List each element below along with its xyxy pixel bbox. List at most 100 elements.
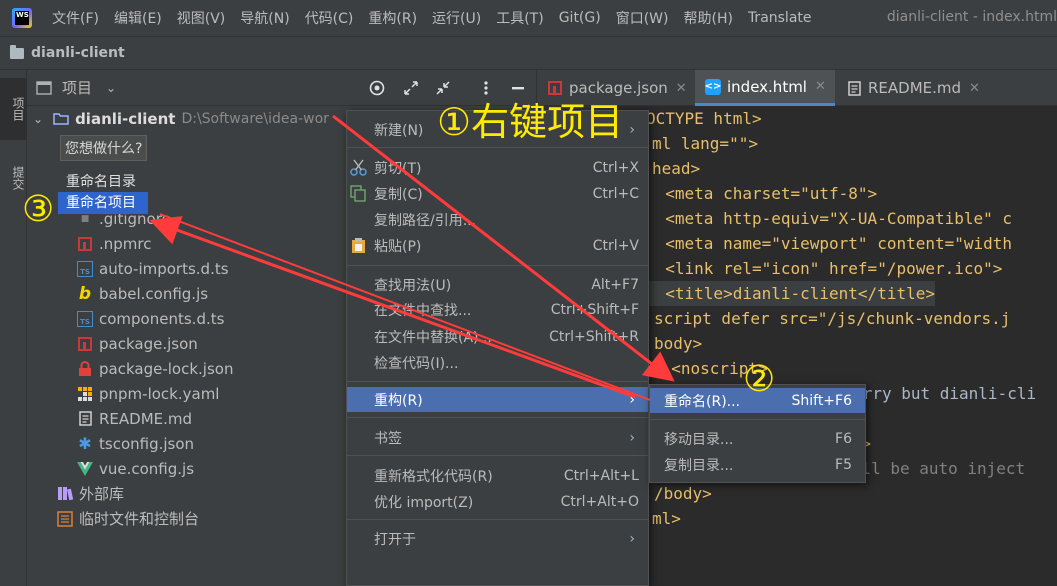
menu-run[interactable]: 运行(U) [432,8,481,28]
menu-window[interactable]: 窗口(W) [616,8,669,28]
typescript-icon: TS [77,260,93,277]
tree-scratches[interactable]: 临时文件和控制台 [57,506,199,531]
markdown-icon [77,411,93,427]
chevron-down-icon[interactable]: ⌄ [106,81,116,95]
collapse-all-icon[interactable] [434,79,452,97]
menu-item-copy[interactable]: 复制(C) Ctrl+C [347,181,648,206]
tree-file[interactable]: b babel.config.js [77,281,208,306]
menu-separator [347,417,648,418]
paste-icon [352,238,365,253]
tree-external-libraries[interactable]: 外部库 [57,481,124,506]
project-tool-tab[interactable]: 项目 [0,78,27,140]
scissors-icon [350,159,367,176]
menu-item-copy-directory[interactable]: 复制目录... F5 [650,452,865,477]
typescript-icon: TS [77,310,93,327]
close-icon[interactable]: ✕ [676,81,687,96]
close-icon[interactable]: ✕ [815,79,826,94]
library-icon [57,486,73,502]
project-view-icon [36,80,52,95]
code-line: <title>dianli-client</title> [646,281,935,306]
root-name: dianli-client [75,109,176,128]
tab-index-html[interactable]: <> index.html ✕ [695,70,835,106]
menu-file[interactable]: 文件(F) [52,8,99,28]
menu-item-copy-path[interactable]: 复制路径/引用... [347,207,648,232]
menu-item-refactor[interactable]: 重构(R) › [347,387,648,412]
tab-readme[interactable]: README.md ✕ [836,70,991,106]
project-panel-title[interactable]: 项目 [62,77,92,98]
chevron-down-icon[interactable]: ⌄ [33,112,43,126]
webstorm-logo-icon[interactable]: WS [12,8,32,28]
copy-icon [350,185,366,202]
hide-panel-icon[interactable] [509,79,527,97]
code-line: OCTYPE html> [646,109,762,128]
code-editor[interactable]: OCTYPE html> ml lang=""> head> <meta cha… [616,106,1057,586]
menu-item-paste[interactable]: 粘贴(P) Ctrl+V [347,233,648,258]
tree-root[interactable]: ⌄ dianli-client D:\Software\idea-wor [33,106,329,131]
tree-file[interactable]: ✱ tsconfig.json [77,431,194,456]
window-title: dianli-client - index.html [886,9,1057,25]
menu-view[interactable]: 视图(V) [177,8,226,28]
menu-edit[interactable]: 编辑(E) [114,8,162,28]
expand-all-icon[interactable] [402,79,420,97]
menu-item-cut[interactable]: 剪切(T) Ctrl+X [347,155,648,180]
code-line: body> [654,334,703,353]
annotation-step3: ③ [22,189,55,230]
menu-translate[interactable]: Translate [748,10,812,26]
tsconfig-icon: ✱ [78,434,92,453]
menu-git[interactable]: Git(G) [559,10,601,26]
chevron-right-icon: › [629,121,635,138]
pnpm-icon [77,386,93,402]
menu-item-replace-in-files[interactable]: 在文件中替换(A)... Ctrl+Shift+R [347,324,648,349]
menu-item-find-usages[interactable]: 查找用法(U) Alt+F7 [347,272,648,297]
menu-item-inspect-code[interactable]: 检查代码(I)... [347,350,648,375]
code-line: script defer src="/js/chunk-vendors.j [654,309,1011,328]
locate-file-icon[interactable] [368,79,386,97]
menu-item-find-in-files[interactable]: 在文件中查找... Ctrl+Shift+F [347,297,648,322]
scratches-icon [57,510,73,527]
menu-item-open-in[interactable]: 打开于 › [347,526,648,551]
code-line: <link rel="icon" href="/power.ico"> [646,259,1003,278]
tool-window-strip: 项目 提交 [0,70,27,586]
menu-item-optimize-imports[interactable]: 优化 import(Z) Ctrl+Alt+O [347,489,648,514]
menu-item-bookmarks[interactable]: 书签 › [347,425,648,450]
npm-icon [547,80,563,96]
tree-file[interactable]: package.json [77,331,198,356]
context-menu: 新建(N) › 剪切(T) Ctrl+X 复制(C) Ctrl+C 复制路径/引用..… [346,110,649,586]
menu-item-move-directory[interactable]: 移动目录... F6 [650,426,865,451]
vue-icon [77,461,93,477]
code-line: head> [652,159,701,178]
tree-file[interactable]: vue.config.js [77,456,194,481]
code-line: ml> [652,509,681,528]
tree-file[interactable]: package-lock.json [77,356,233,381]
markdown-icon [846,80,862,96]
menu-refactor[interactable]: 重构(R) [368,8,417,28]
menu-code[interactable]: 代码(C) [305,8,354,28]
tree-file[interactable]: TS auto-imports.d.ts [77,256,229,281]
menu-tools[interactable]: 工具(T) [496,8,543,28]
options-icon[interactable] [477,79,495,97]
tree-file[interactable]: README.md [77,406,192,431]
rename-hint: 您想做什么? [60,135,148,161]
tree-file[interactable]: TS components.d.ts [77,306,224,331]
menu-navigate[interactable]: 导航(N) [240,8,289,28]
close-icon[interactable]: ✕ [969,81,980,96]
babel-icon: b [78,283,92,304]
lock-icon [77,360,93,377]
rename-directory-option[interactable]: 重命名目录 [66,171,136,191]
chevron-right-icon: › [629,530,635,547]
menu-bar: WS 文件(F) 编辑(E) 视图(V) 导航(N) 代码(C) 重构(R) 运… [0,0,1057,36]
code-line: ml lang=""> [652,134,758,153]
breadcrumb-project[interactable]: dianli-client [31,45,125,61]
rename-project-option[interactable]: 重命名项目 [58,192,148,214]
npm-icon [77,336,93,352]
code-line: <meta charset="utf-8"> [646,184,878,203]
code-line: <meta http-equiv="X-UA-Compatible" c [646,209,1013,228]
chevron-right-icon: › [629,391,635,408]
menu-help[interactable]: 帮助(H) [683,8,732,28]
module-folder-icon [53,113,69,125]
tree-file[interactable]: pnpm-lock.yaml [77,381,219,406]
menu-item-reformat[interactable]: 重新格式化代码(R) Ctrl+Alt+L [347,463,648,488]
tree-file[interactable]: .npmrc [77,231,152,256]
folder-icon [10,44,24,59]
annotation-step1: ①右键项目 [437,100,624,144]
